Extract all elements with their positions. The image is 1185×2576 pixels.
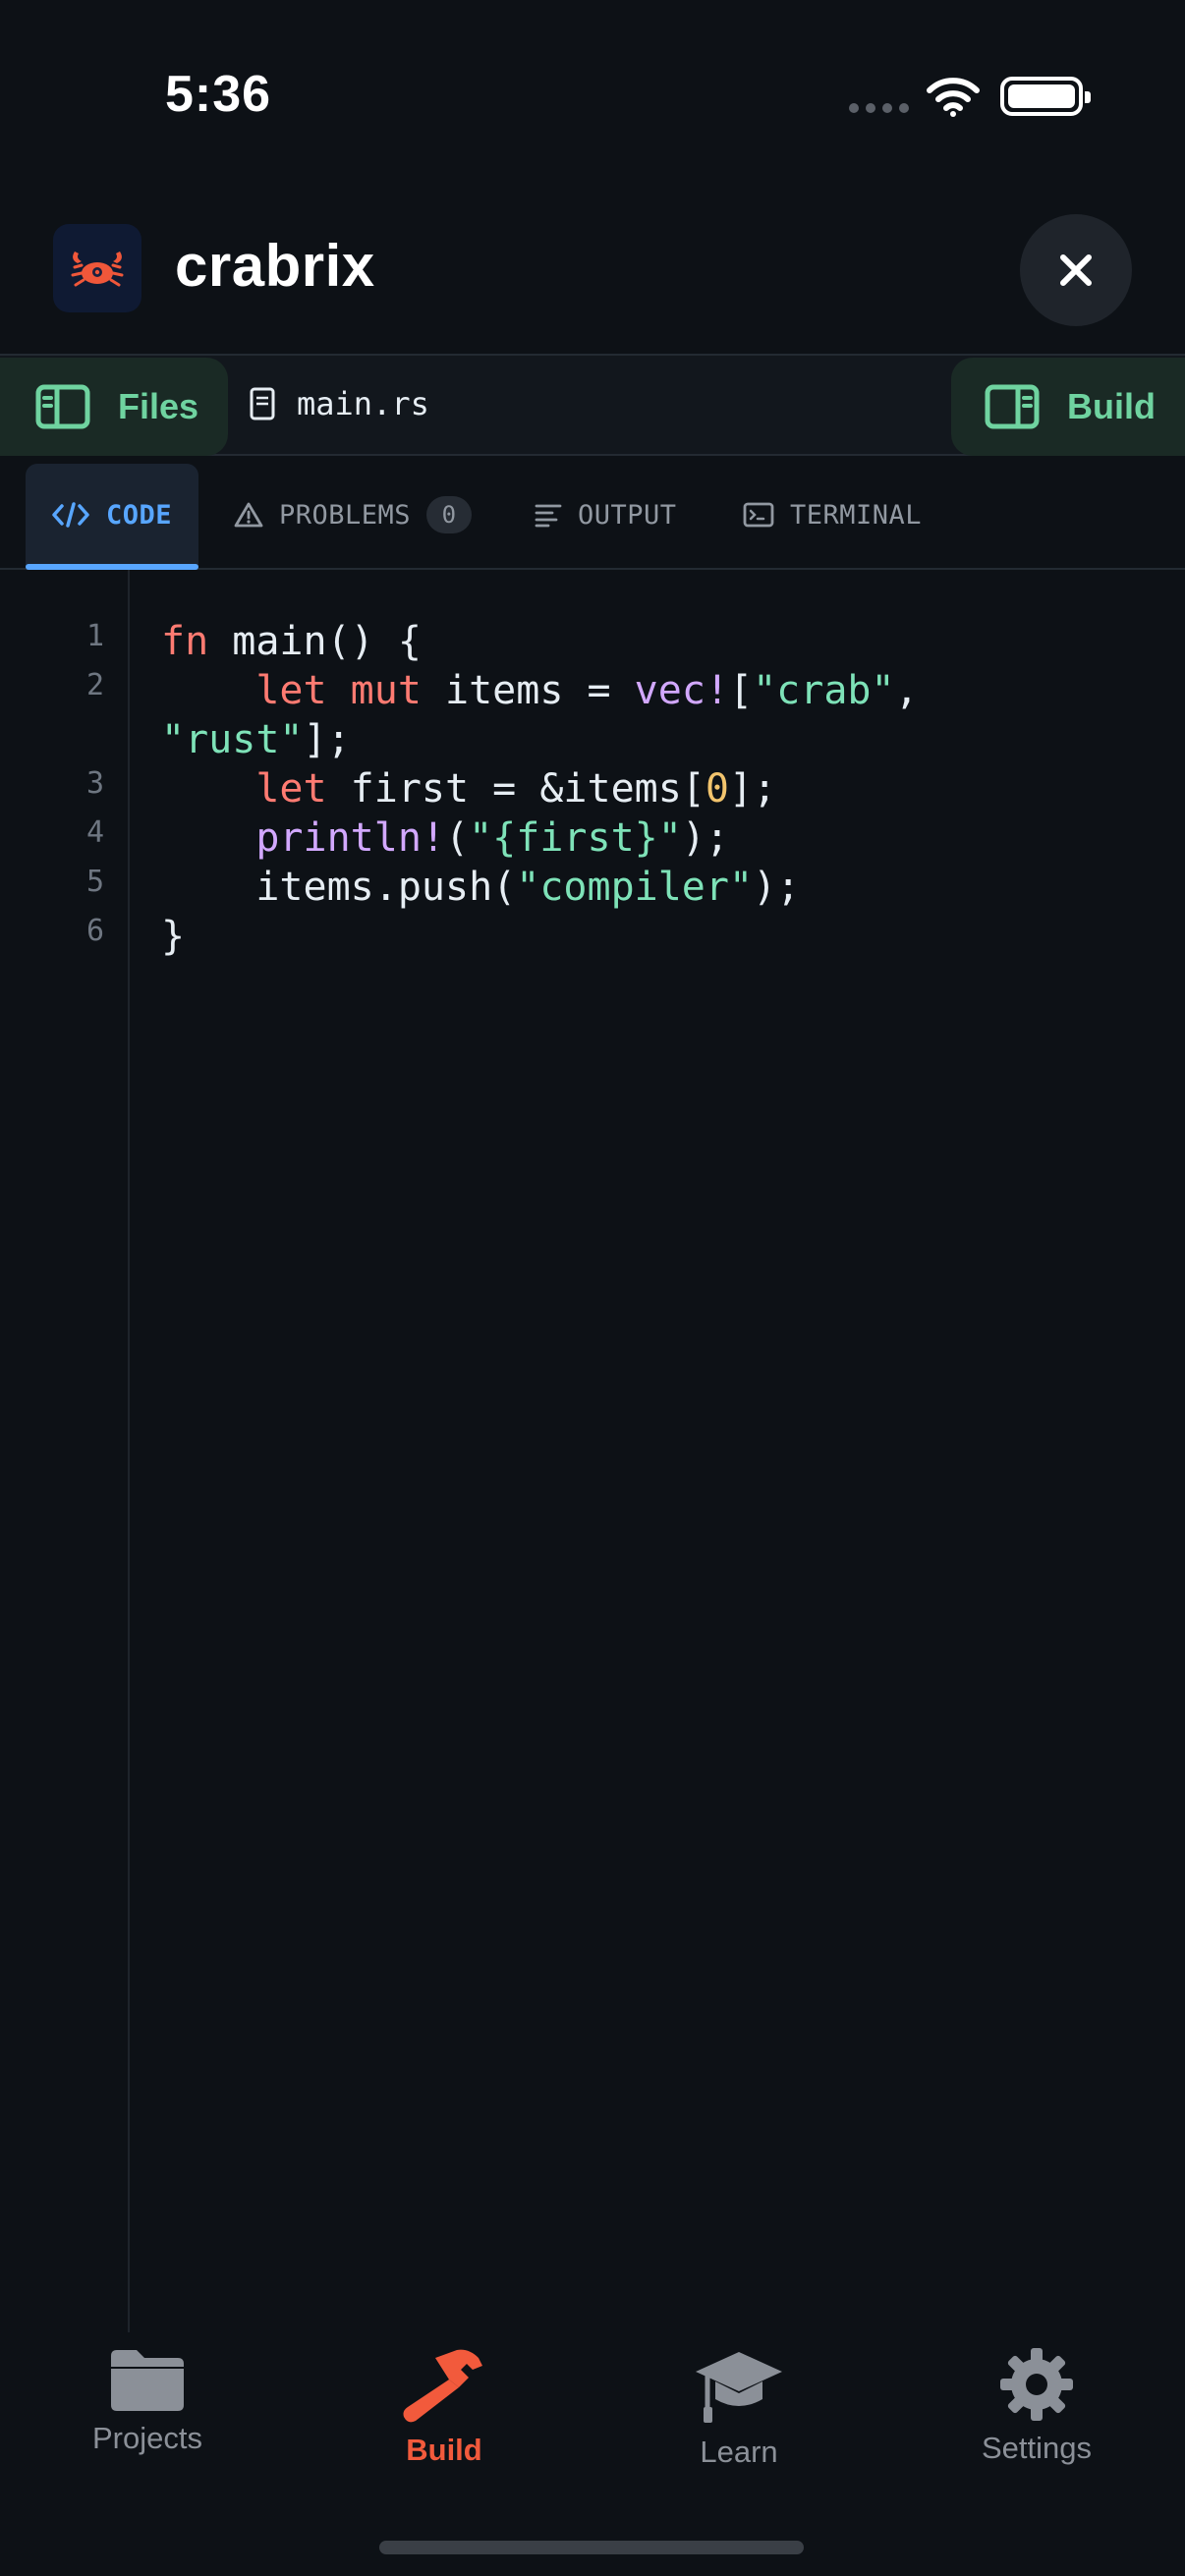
code-token: println! (255, 815, 445, 861)
code-token: fn (161, 619, 209, 664)
nav-build[interactable]: Build (326, 2346, 562, 2468)
tab-output[interactable]: OUTPUT (535, 464, 677, 566)
bottom-tab-bar: Projects Build Learn Settings (0, 2332, 1185, 2576)
tab-problems[interactable]: PROBLEMS 0 (234, 464, 473, 566)
code-token: ]; (303, 717, 351, 762)
code-token: "{first}" (469, 815, 682, 861)
code-line: println!("{first}"); (161, 813, 1163, 863)
code-token: items.push( (161, 865, 517, 910)
hammer-icon (403, 2349, 482, 2423)
nav-settings[interactable]: Settings (919, 2346, 1155, 2466)
sidebar-right-icon (985, 384, 1040, 429)
code-token: "crab" (753, 668, 895, 713)
home-indicator (379, 2541, 804, 2554)
warning-icon (234, 502, 263, 528)
tab-code[interactable]: CODE (26, 464, 198, 570)
problems-count-badge: 0 (426, 496, 473, 533)
app-title: crabrix (175, 233, 375, 299)
code-token: ( (444, 815, 470, 861)
file-toolbar: Files main.rs Build (0, 354, 1185, 456)
tab-output-label: OUTPUT (578, 499, 677, 531)
tab-terminal-label: TERMINAL (790, 499, 923, 531)
code-content[interactable]: fn main() { let mut items = vec!["crab",… (161, 617, 1163, 961)
tab-code-label: CODE (106, 499, 173, 531)
line-number-gutter: 1 2 3 4 5 6 (0, 570, 130, 2332)
crab-icon (53, 224, 141, 312)
code-line: let first = &items[0]; (161, 764, 1163, 813)
line-number: 6 (85, 914, 104, 948)
line-number: 2 (85, 668, 104, 702)
code-token: let (255, 766, 327, 812)
code-line: let mut items = vec!["crab", (161, 666, 1163, 715)
code-token: let (255, 668, 327, 713)
gear-icon (1000, 2348, 1073, 2421)
nav-settings-label: Settings (981, 2431, 1092, 2465)
nav-projects-label: Projects (92, 2421, 202, 2455)
code-line: "rust"]; (161, 715, 1163, 764)
code-line: items.push("compiler"); (161, 863, 1163, 912)
line-number: 3 (85, 766, 104, 801)
code-token: main() { (208, 619, 422, 664)
code-icon (52, 502, 89, 528)
code-token: , (894, 668, 919, 713)
close-icon (1060, 254, 1092, 286)
code-line: } (161, 912, 1163, 961)
battery-icon (1000, 77, 1091, 116)
panel-tabs: CODE PROBLEMS 0 OUTPUT TERMINAL (0, 456, 1185, 570)
code-token: ); (681, 815, 729, 861)
code-token: mut (350, 668, 422, 713)
cellular-signal-icon (849, 103, 909, 113)
status-bar: 5:36 (0, 0, 1185, 187)
line-number: 5 (85, 865, 104, 899)
nav-projects[interactable]: Projects (29, 2346, 265, 2456)
files-button[interactable]: Files (0, 358, 228, 456)
build-panel-button[interactable]: Build (951, 358, 1185, 456)
status-time: 5:36 (165, 66, 272, 123)
file-tab-label: main.rs (297, 385, 429, 422)
code-token: 0 (705, 766, 729, 812)
lines-icon (535, 504, 562, 528)
terminal-icon (743, 502, 774, 528)
folder-icon (111, 2350, 184, 2411)
file-icon (250, 387, 275, 420)
tab-problems-label: PROBLEMS (279, 499, 412, 531)
nav-build-label: Build (406, 2433, 482, 2467)
code-token: [ (729, 668, 754, 713)
wifi-icon (927, 78, 980, 117)
code-token: } (161, 914, 186, 959)
code-line: fn main() { (161, 617, 1163, 666)
files-label: Files (118, 386, 199, 426)
line-number: 4 (85, 815, 104, 850)
code-token: ); (753, 865, 801, 910)
file-tab-main-rs[interactable]: main.rs (250, 385, 429, 422)
code-token: items = (421, 668, 635, 713)
code-editor[interactable]: 1 2 3 4 5 6 fn main() { let mut items = … (0, 570, 1185, 2332)
code-token: "compiler" (516, 865, 754, 910)
tab-terminal[interactable]: TERMINAL (743, 464, 922, 566)
close-button[interactable] (1020, 214, 1132, 326)
app-header: crabrix (0, 187, 1185, 354)
nav-learn-label: Learn (700, 2435, 778, 2469)
graduation-cap-icon (696, 2352, 782, 2423)
code-token: first = &items[ (326, 766, 705, 812)
sidebar-left-icon (35, 384, 90, 429)
line-number: 1 (85, 619, 104, 653)
code-token: vec! (634, 668, 729, 713)
build-panel-label: Build (1067, 386, 1156, 426)
code-token: ]; (728, 766, 777, 812)
nav-learn[interactable]: Learn (621, 2346, 857, 2470)
code-token: "rust" (161, 717, 304, 762)
